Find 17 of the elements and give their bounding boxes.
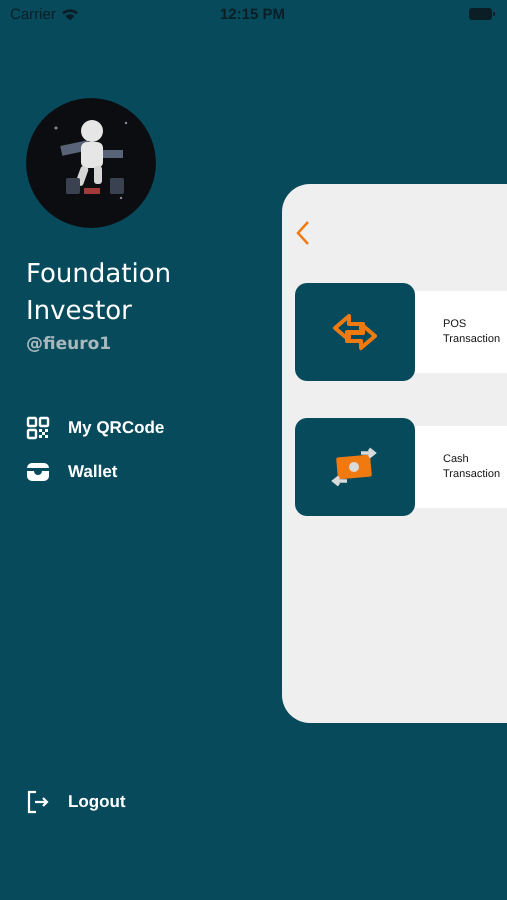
username: @fieuro1 <box>26 334 112 354</box>
wifi-icon <box>60 8 79 20</box>
menu-item[interactable]: Wallet <box>26 460 282 484</box>
battery-icon <box>468 8 495 20</box>
logout-button[interactable]: Logout <box>26 790 282 814</box>
back-icon[interactable] <box>296 220 310 246</box>
icon-tile[interactable] <box>295 283 415 381</box>
logout-icon <box>26 790 50 814</box>
icon-tile[interactable] <box>295 418 415 516</box>
transaction-option[interactable]: Cash Transaction <box>415 426 507 508</box>
exchange-arrows-icon <box>331 312 379 352</box>
menu-item[interactable]: My QRCode <box>26 416 282 440</box>
wallet-icon <box>26 460 50 484</box>
transaction-option[interactable]: POS Transaction <box>415 291 507 373</box>
cash-exchange-icon <box>331 447 379 487</box>
profile-name: Foundation Investor <box>26 258 172 328</box>
qr-code-icon <box>26 416 50 440</box>
